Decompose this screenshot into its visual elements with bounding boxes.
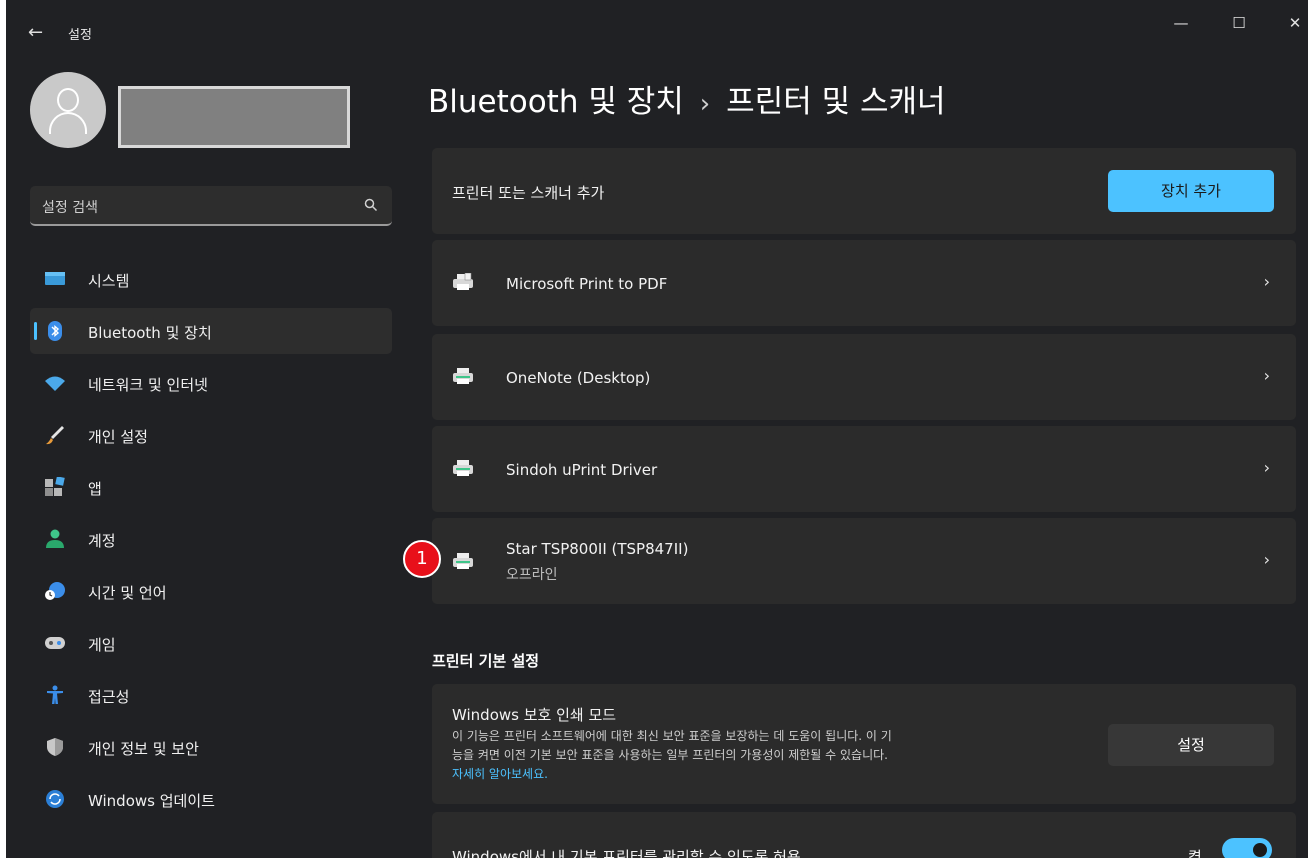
printer-icon [453,460,473,476]
avatar[interactable] [30,72,106,148]
device-row-sindoh[interactable]: Sindoh uPrint Driver › [432,426,1296,512]
chevron-right-icon: › [1263,366,1270,385]
search-icon[interactable] [364,198,378,212]
protected-mode-settings-button[interactable]: 설정 [1108,724,1274,766]
sidebar-item-accounts[interactable]: 계정 [30,516,392,562]
breadcrumb: Bluetooth 및 장치 › 프린터 및 스캐너 [428,76,946,121]
section-title-printer-preferences: 프린터 기본 설정 [432,652,540,670]
device-name: Star TSP800II (TSP847II) [506,540,689,558]
app-title: 설정 [68,28,92,43]
sidebar-item-label: 게임 [88,636,116,654]
monitor-icon [45,272,65,285]
sidebar-nav: 시스템 Bluetooth 및 장치 네트워크 및 인터넷 개인 설정 앱 계정… [30,256,392,828]
device-row-star-tsp800ii[interactable]: Star TSP800II (TSP847II) 오프라인 › [432,518,1296,604]
device-name: Sindoh uPrint Driver [506,461,658,479]
bluetooth-icon [48,321,62,341]
accessibility-icon [47,685,63,704]
avatar-body-icon [49,112,87,134]
globe-clock-icon [45,582,65,600]
annotation-marker: 1 [403,540,441,578]
device-status: 오프라인 [506,567,558,583]
sidebar-item-system[interactable]: 시스템 [30,256,392,302]
manage-default-toggle[interactable] [1222,838,1272,858]
sidebar-item-label: 계정 [88,532,116,550]
update-icon [46,790,64,808]
sidebar-item-time-language[interactable]: 시간 및 언어 [30,568,392,614]
person-icon [46,529,64,548]
add-device-button[interactable]: 장치 추가 [1108,170,1274,212]
apps-icon [45,477,65,496]
minimize-button[interactable]: — [1158,10,1204,36]
printer-icon [453,368,473,384]
sidebar-item-gaming[interactable]: 게임 [30,620,392,666]
sidebar-item-windows-update[interactable]: Windows 업데이트 [30,776,392,822]
search-input[interactable]: 설정 검색 [30,186,392,226]
sidebar-item-label: 네트워크 및 인터넷 [88,376,208,394]
wifi-icon [45,376,65,391]
sidebar-item-label: 앱 [88,480,102,498]
profile-name-redacted [118,86,350,148]
sidebar-item-personalization[interactable]: 개인 설정 [30,412,392,458]
sidebar-item-label: 개인 설정 [88,428,148,446]
sidebar-item-label: Bluetooth 및 장치 [88,324,212,342]
device-name: Microsoft Print to PDF [506,275,668,293]
sidebar-item-apps[interactable]: 앱 [30,464,392,510]
add-printer-label: 프린터 또는 스캐너 추가 [452,184,605,202]
sidebar-item-label: 시스템 [88,272,130,290]
breadcrumb-separator: › [699,89,711,119]
chevron-right-icon: › [1263,458,1270,477]
maximize-button[interactable]: ☐ [1216,10,1262,36]
protected-mode-title: Windows 보호 인쇄 모드 [452,706,617,724]
shield-icon [47,738,63,756]
device-row-microsoft-pdf[interactable]: Microsoft Print to PDF › [432,240,1296,326]
sidebar-item-label: 접근성 [88,688,130,706]
active-indicator [34,322,37,340]
avatar-head-icon [57,88,79,112]
chevron-right-icon: › [1263,550,1270,569]
toggle-knob [1253,843,1267,857]
search-placeholder: 설정 검색 [42,200,98,216]
back-arrow-icon[interactable]: ← [28,20,43,46]
chevron-right-icon: › [1263,272,1270,291]
settings-window: ← 설정 — ☐ ✕ 설정 검색 시스템 Bluetooth 및 장치 네트워크… [0,0,1308,858]
learn-more-link[interactable]: 자세히 알아보세요. [452,765,548,782]
add-printer-card: 프린터 또는 스캐너 추가 장치 추가 [432,148,1296,234]
protected-mode-description-1: 이 기능은 프린터 소프트웨어에 대한 최신 보안 표준을 보장하는 데 도움이… [452,729,892,743]
settings-window-inner: ← 설정 — ☐ ✕ 설정 검색 시스템 Bluetooth 및 장치 네트워크… [6,0,1308,858]
sidebar-item-label: 시간 및 언어 [88,584,167,602]
device-name: OneNote (Desktop) [506,369,651,387]
sidebar-item-label: Windows 업데이트 [88,792,215,810]
sidebar-item-privacy[interactable]: 개인 정보 및 보안 [30,724,392,770]
protected-mode-description-2: 능을 켜면 이전 기본 보안 표준을 사용하는 일부 프린터의 가용성이 제한될… [452,748,888,762]
protected-print-mode-card: Windows 보호 인쇄 모드 이 기능은 프린터 소프트웨어에 대한 최신 … [432,684,1296,804]
printer-icon [453,273,473,290]
sidebar-item-label: 개인 정보 및 보안 [88,740,199,758]
sidebar-item-bluetooth[interactable]: Bluetooth 및 장치 [30,308,392,354]
brush-icon [46,426,64,445]
manage-default-label: Windows에서 내 기본 프린터를 관리할 수 있도록 허용 [452,848,801,858]
manage-default-printer-card: Windows에서 내 기본 프린터를 관리할 수 있도록 허용 켬 [432,812,1296,858]
device-row-onenote[interactable]: OneNote (Desktop) › [432,334,1296,420]
page-title: 프린터 및 스캐너 [726,84,946,120]
printer-icon [453,553,473,569]
controller-icon [45,637,65,649]
close-button[interactable]: ✕ [1272,10,1308,36]
sidebar-item-network[interactable]: 네트워크 및 인터넷 [30,360,392,406]
toggle-state-label: 켬 [1188,848,1202,858]
breadcrumb-parent[interactable]: Bluetooth 및 장치 [428,84,684,120]
sidebar-item-accessibility[interactable]: 접근성 [30,672,392,718]
